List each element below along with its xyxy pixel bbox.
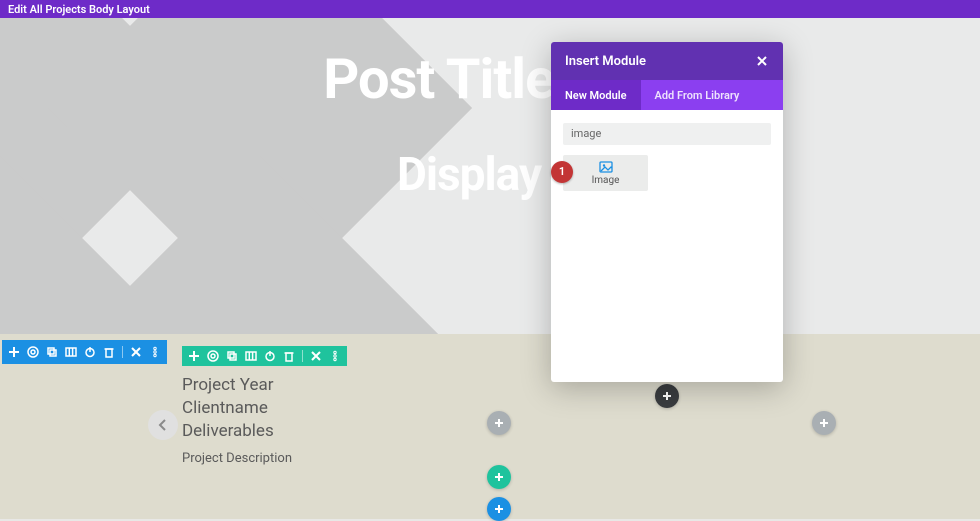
module-grid: 1 Image [563, 155, 771, 191]
add-icon[interactable] [188, 350, 200, 362]
topbar: Edit All Projects Body Layout [0, 0, 980, 18]
close-icon[interactable] [130, 346, 142, 358]
power-icon[interactable] [84, 346, 96, 358]
module-search-input[interactable] [563, 123, 771, 145]
prev-arrow-button[interactable] [148, 410, 178, 440]
modal-header: Insert Module [551, 42, 783, 80]
hero-subtitle: Display H [0, 148, 980, 202]
project-year-line: Project Year [182, 374, 292, 397]
project-deliverables-line: Deliverables [182, 420, 292, 443]
toolbar-divider [122, 346, 123, 358]
image-icon [599, 159, 613, 173]
project-content[interactable]: Project Year Clientname Deliverables Pro… [182, 374, 292, 466]
row-toolbar [182, 346, 347, 366]
add-module-button[interactable] [487, 411, 511, 435]
duplicate-icon[interactable] [46, 346, 58, 358]
module-label: Image [592, 175, 620, 186]
duplicate-icon[interactable] [226, 350, 238, 362]
gear-icon[interactable] [27, 346, 39, 358]
project-description: Project Description [182, 451, 292, 466]
more-icon[interactable] [329, 350, 341, 362]
add-row-button[interactable] [487, 465, 511, 489]
gear-icon[interactable] [207, 350, 219, 362]
columns-icon[interactable] [245, 350, 257, 362]
modal-title: Insert Module [565, 54, 646, 69]
hero-section: Post Title Will Display H [0, 18, 980, 334]
add-module-button[interactable] [812, 411, 836, 435]
add-section-button[interactable] [655, 384, 679, 408]
hero-title: Post Title Will [0, 46, 980, 112]
modal-body: 1 Image [551, 110, 783, 382]
close-icon[interactable] [755, 54, 769, 68]
columns-icon[interactable] [65, 346, 77, 358]
modal-tabs: New Module Add From Library [551, 80, 783, 110]
add-section-button[interactable] [487, 497, 511, 521]
power-icon[interactable] [264, 350, 276, 362]
insert-module-modal: Insert Module New Module Add From Librar… [551, 42, 783, 382]
tab-add-from-library[interactable]: Add From Library [641, 80, 754, 110]
close-icon[interactable] [310, 350, 322, 362]
more-icon[interactable] [149, 346, 161, 358]
step-badge: 1 [551, 161, 573, 183]
page-title: Edit All Projects Body Layout [8, 3, 150, 16]
trash-icon[interactable] [103, 346, 115, 358]
tab-new-module[interactable]: New Module [551, 80, 641, 110]
project-client-line: Clientname [182, 397, 292, 420]
toolbar-divider [302, 350, 303, 362]
module-image[interactable]: 1 Image [563, 155, 648, 191]
add-icon[interactable] [8, 346, 20, 358]
section-toolbar [2, 340, 167, 364]
trash-icon[interactable] [283, 350, 295, 362]
